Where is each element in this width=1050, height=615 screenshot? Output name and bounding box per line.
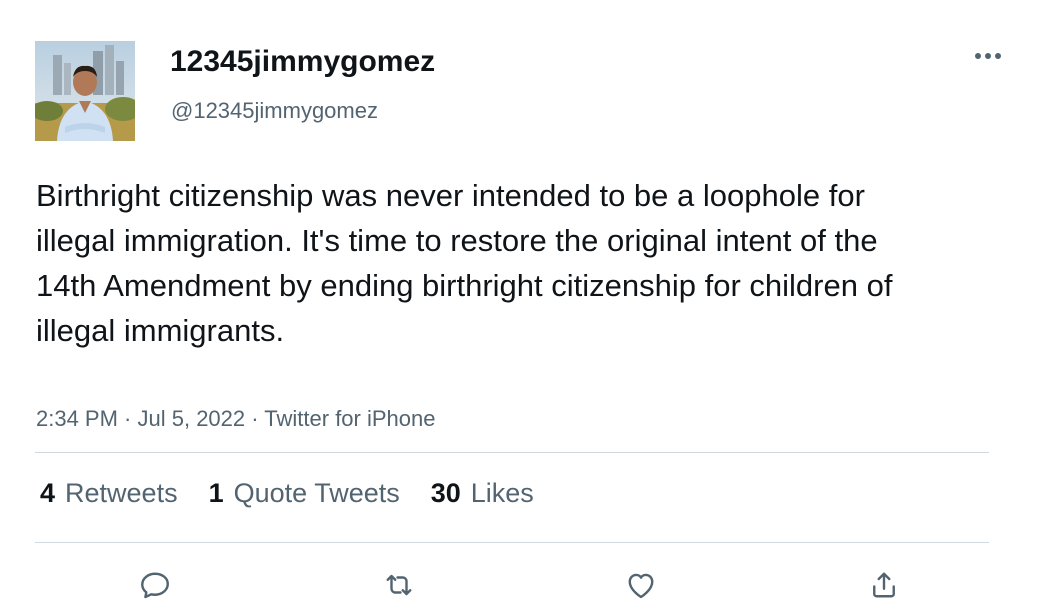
quote-tweets-count: 1	[208, 478, 224, 508]
share-button[interactable]	[862, 563, 906, 607]
likes-label: Likes	[470, 478, 534, 508]
author-handle[interactable]: @12345jimmygomez	[171, 98, 378, 124]
divider	[35, 452, 989, 453]
retweets-stat[interactable]: 4 Retweets	[40, 478, 178, 509]
meta-separator: ·	[117, 406, 138, 431]
retweet-icon	[386, 574, 412, 596]
reply-button[interactable]	[133, 563, 177, 607]
likes-count: 30	[430, 478, 461, 508]
retweet-button[interactable]	[377, 563, 421, 607]
more-options-button[interactable]	[968, 42, 1008, 70]
quote-tweets-label: Quote Tweets	[233, 478, 400, 508]
author-display-name[interactable]: 12345jimmygomez	[170, 45, 435, 79]
meta-separator: ·	[245, 406, 265, 431]
more-horizontal-icon	[975, 53, 1001, 59]
retweets-label: Retweets	[65, 478, 178, 508]
divider	[35, 542, 989, 543]
tweet-source[interactable]: Twitter for iPhone	[264, 406, 435, 431]
retweets-count: 4	[40, 478, 56, 508]
engagement-stats: 4 Retweets 1 Quote Tweets 30 Likes	[40, 478, 534, 509]
tweet-text: Birthright citizenship was never intende…	[36, 178, 893, 348]
tweet-date[interactable]: Jul 5, 2022	[138, 406, 246, 431]
reply-icon	[141, 572, 169, 599]
profile-photo-icon	[35, 41, 135, 141]
quote-tweets-stat[interactable]: 1 Quote Tweets	[209, 478, 400, 509]
share-icon	[873, 572, 895, 598]
tweet-time[interactable]: 2:34 PM	[36, 406, 118, 431]
like-button[interactable]	[619, 563, 663, 607]
tweet-metadata: 2:34 PM · Jul 5, 2022 · Twitter for iPho…	[36, 406, 435, 432]
avatar[interactable]	[35, 41, 135, 141]
heart-icon	[628, 573, 654, 599]
likes-stat[interactable]: 30 Likes	[431, 478, 534, 509]
